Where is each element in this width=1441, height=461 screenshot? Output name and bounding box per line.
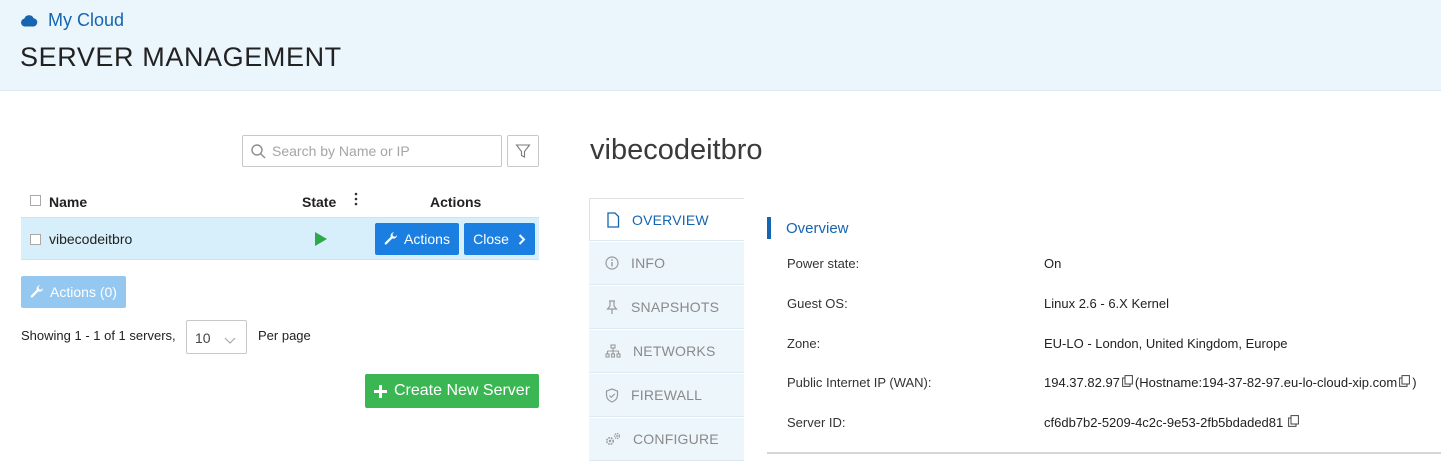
tab-configure[interactable]: CONFIGURE [589, 418, 744, 461]
chevron-right-icon [518, 233, 526, 245]
power-state-label: Power state: [787, 256, 860, 271]
breadcrumb[interactable]: My Cloud [20, 10, 124, 31]
copy-server-id-icon[interactable] [1288, 415, 1300, 430]
close-label: Close [473, 231, 509, 247]
wan-hostname-suffix: ) [1412, 375, 1417, 390]
create-server-button[interactable]: Create New Server [365, 374, 539, 408]
filter-button[interactable] [507, 135, 539, 167]
page-header: My Cloud SERVER MANAGEMENT [0, 0, 1441, 91]
zone-value: EU-LO - London, United Kingdom, Europe [1044, 336, 1288, 351]
detail-tabs: OVERVIEW INFO SNAPSHOTS NETWORKS FIREWAL… [589, 198, 744, 461]
copy-hostname-icon[interactable] [1399, 375, 1411, 390]
power-state-value: On [1044, 256, 1062, 271]
chevron-down-icon [224, 337, 236, 344]
plus-icon [373, 384, 387, 398]
bulk-actions-label: Actions (0) [50, 284, 117, 300]
table-header: Name State Actions [21, 188, 539, 216]
column-actions: Actions [430, 194, 482, 210]
search-box[interactable] [242, 135, 502, 167]
overview-accent-bar [767, 217, 771, 239]
row-checkbox[interactable] [30, 234, 41, 245]
panel-divider [767, 452, 1441, 454]
shield-icon [605, 387, 619, 403]
wan-ip: 194.37.82.97 [1044, 375, 1120, 390]
breadcrumb-link[interactable]: My Cloud [48, 10, 124, 31]
create-server-label: Create New Server [393, 382, 531, 399]
document-icon [607, 211, 620, 228]
tab-info[interactable]: INFO [589, 242, 744, 285]
column-menu-icon[interactable] [354, 192, 358, 209]
info-icon [605, 256, 619, 270]
wan-value: 194.37.82.97 (Hostname: 194-37-82-97.eu-… [1044, 375, 1417, 390]
server-title: vibecodeitbro [590, 134, 763, 166]
row-actions-label: Actions [404, 231, 450, 247]
bulk-actions-button[interactable]: Actions (0) [21, 276, 126, 308]
filter-icon [515, 144, 531, 158]
wan-hostname: 194-37-82-97.eu-lo-cloud-xip.com [1202, 375, 1398, 390]
server-name-cell[interactable]: vibecodeitbro [49, 231, 132, 247]
page-title: SERVER MANAGEMENT [20, 42, 342, 72]
search-input[interactable] [272, 143, 492, 159]
tab-snapshots[interactable]: SNAPSHOTS [589, 286, 744, 329]
wan-hostname-prefix: (Hostname: [1134, 375, 1203, 390]
column-name[interactable]: Name [49, 194, 87, 210]
wan-label: Public Internet IP (WAN): [787, 375, 932, 390]
per-page-value: 10 [195, 330, 211, 346]
row-actions-button[interactable]: Actions [375, 223, 459, 255]
search-icon [251, 143, 266, 158]
server-id-text: cf6db7b2-5209-4c2c-9e53-2fb5bdaded81 [1044, 415, 1284, 430]
copy-ip-icon[interactable] [1122, 375, 1133, 390]
overview-title: Overview [786, 220, 849, 237]
wrench-icon [384, 232, 398, 245]
select-all-checkbox[interactable] [30, 195, 41, 206]
guest-os-label: Guest OS: [787, 296, 848, 311]
per-page-label: Per page [258, 328, 311, 343]
close-button[interactable]: Close [464, 223, 535, 255]
tab-networks[interactable]: NETWORKS [589, 330, 744, 373]
cloud-icon [21, 15, 38, 27]
zone-label: Zone: [787, 336, 821, 351]
per-page-select[interactable]: 10 [186, 320, 247, 354]
showing-count: Showing 1 - 1 of 1 servers, [21, 328, 176, 343]
tab-overview[interactable]: OVERVIEW [589, 198, 744, 241]
column-state[interactable]: State [302, 194, 336, 210]
running-state-icon [314, 232, 328, 251]
wrench-icon [30, 285, 44, 298]
network-icon [605, 344, 621, 358]
tab-firewall[interactable]: FIREWALL [589, 374, 744, 417]
gears-icon [605, 432, 621, 445]
guest-os-value: Linux 2.6 - 6.X Kernel [1044, 296, 1170, 311]
table-row[interactable]: vibecodeitbro Actions Close [21, 217, 539, 260]
server-id-label: Server ID: [787, 415, 846, 430]
server-id-value: cf6db7b2-5209-4c2c-9e53-2fb5bdaded81 [1044, 415, 1301, 430]
pin-icon [606, 299, 618, 314]
